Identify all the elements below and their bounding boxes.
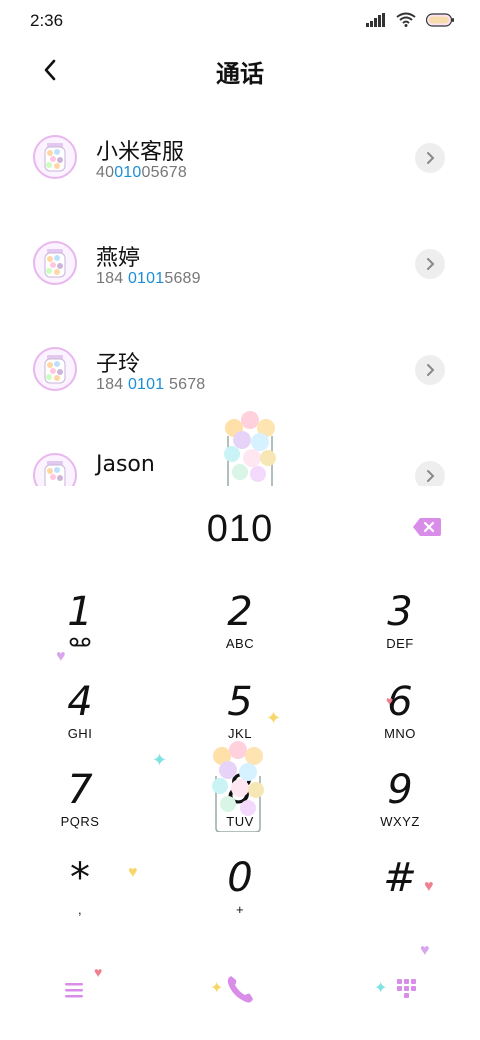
- avatar-jar-icon: [44, 461, 66, 486]
- number-match: 0101: [127, 376, 165, 393]
- status-icons: [366, 12, 454, 27]
- bottom-bar: ♥ ✦ ✦ ♥: [0, 942, 480, 1020]
- backspace-icon: [413, 518, 441, 536]
- contact-name: 燕婷: [96, 246, 141, 271]
- key-7[interactable]: 7 PQRS: [20, 768, 140, 848]
- avatar: [33, 453, 77, 486]
- contact-name: Jason: [96, 452, 155, 477]
- contact-number: 184 0101 5678: [96, 376, 205, 394]
- flower-jar-decoration: [212, 741, 264, 832]
- status-bar: 2:36: [0, 0, 480, 42]
- key-letters: JKL: [228, 726, 252, 741]
- avatar: [33, 241, 77, 285]
- contact-number: 4001005678: [96, 164, 187, 182]
- contact-name: 子玲: [96, 352, 141, 377]
- battery-icon: [426, 12, 454, 27]
- detail-button[interactable]: [415, 249, 445, 279]
- contact-row[interactable]: 小米客服 4001005678: [0, 106, 480, 212]
- key-digit: 7: [67, 767, 93, 813]
- key-2[interactable]: 2 ABC: [180, 590, 300, 670]
- key-letters: GHI: [67, 726, 93, 741]
- number-prefix: 40: [96, 164, 115, 181]
- contact-row[interactable]: 燕婷 184 01015689: [0, 212, 480, 318]
- sparkle-decoration: ✦: [210, 980, 224, 997]
- key-digit: *: [70, 855, 90, 901]
- dial-number: 010: [206, 508, 274, 550]
- heart-decoration: ♥: [94, 964, 103, 980]
- phone-icon: [227, 976, 253, 1003]
- key-letters: MNO: [384, 726, 416, 741]
- key-letters: +: [235, 902, 245, 917]
- keypad: 1 2 ABC 3 DEF 4 GHI 5 JKL 6 MNO 7 PQRS 8…: [0, 590, 480, 940]
- key-4[interactable]: 4 GHI: [20, 680, 140, 760]
- heart-decoration: ♥: [420, 942, 430, 959]
- contact-list: 小米客服 4001005678 燕婷 184 01015689 子玲 184 0…: [0, 106, 480, 486]
- key-letters: ABC: [225, 636, 255, 651]
- voicemail-icon: [69, 637, 91, 647]
- dialpad-icon: [397, 979, 416, 998]
- flower-jar-decoration: [224, 411, 276, 486]
- sparkle-decoration: ✦: [152, 750, 168, 770]
- detail-button[interactable]: [415, 461, 445, 486]
- key-6[interactable]: 6 MNO: [340, 680, 460, 760]
- chevron-right-icon: [427, 470, 435, 482]
- avatar: [33, 135, 77, 179]
- sparkle-decoration: ✦: [374, 980, 388, 997]
- key-letters: DEF: [386, 636, 414, 651]
- avatar-jar-icon: [44, 355, 66, 384]
- key-digit: 1: [67, 589, 93, 635]
- key-digit: 9: [387, 767, 413, 813]
- contact-number: 184 01015689: [96, 270, 201, 288]
- detail-button[interactable]: [415, 143, 445, 173]
- key-9[interactable]: 9 WXYZ: [340, 768, 460, 848]
- status-time: 2:36: [30, 11, 64, 30]
- key-letters: WXYZ: [380, 814, 420, 829]
- key-0[interactable]: 0 +: [180, 856, 300, 936]
- avatar-jar-icon: [44, 143, 66, 172]
- dialpad-toggle-button[interactable]: [382, 966, 430, 1014]
- key-1[interactable]: 1: [20, 590, 140, 670]
- key-digit: 0: [227, 855, 253, 901]
- number-match: 010: [114, 164, 142, 181]
- heart-decoration: ♥: [424, 878, 434, 895]
- backspace-button[interactable]: [412, 516, 442, 538]
- menu-icon: [65, 983, 83, 998]
- key-digit: #: [383, 855, 417, 901]
- header: 通话: [0, 46, 480, 94]
- dial-display: 010: [0, 500, 480, 560]
- heart-decoration: ♥: [56, 648, 66, 665]
- menu-button[interactable]: [50, 966, 98, 1014]
- sparkle-decoration: ✦: [266, 708, 282, 728]
- key-letters: PQRS: [60, 814, 100, 829]
- heart-decoration: ♥: [386, 694, 394, 708]
- number-prefix: 184: [96, 376, 128, 393]
- number-suffix: 5689: [164, 270, 201, 287]
- key-digit: 2: [227, 589, 253, 635]
- key-digit: 5: [227, 679, 253, 725]
- key-letters: ,: [77, 902, 83, 917]
- avatar: [33, 347, 77, 391]
- number-prefix: 184: [96, 270, 128, 287]
- heart-decoration: ♥: [128, 864, 138, 881]
- chevron-right-icon: [427, 258, 435, 270]
- number-match: 0101: [127, 270, 165, 287]
- chevron-right-icon: [427, 364, 435, 376]
- key-digit: 3: [387, 589, 413, 635]
- avatar-jar-icon: [44, 249, 66, 278]
- key-star[interactable]: * ,: [20, 856, 140, 936]
- signal-icon: [366, 12, 385, 27]
- key-digit: 4: [67, 679, 93, 725]
- number-suffix: 5678: [164, 376, 206, 393]
- key-hash[interactable]: #: [340, 856, 460, 936]
- detail-button[interactable]: [415, 355, 445, 385]
- page-title: 通话: [216, 60, 264, 88]
- wifi-icon: [396, 12, 416, 27]
- number-suffix: 05678: [141, 164, 187, 181]
- contact-name: 小米客服: [96, 140, 185, 165]
- key-3[interactable]: 3 DEF: [340, 590, 460, 670]
- chevron-right-icon: [427, 152, 435, 164]
